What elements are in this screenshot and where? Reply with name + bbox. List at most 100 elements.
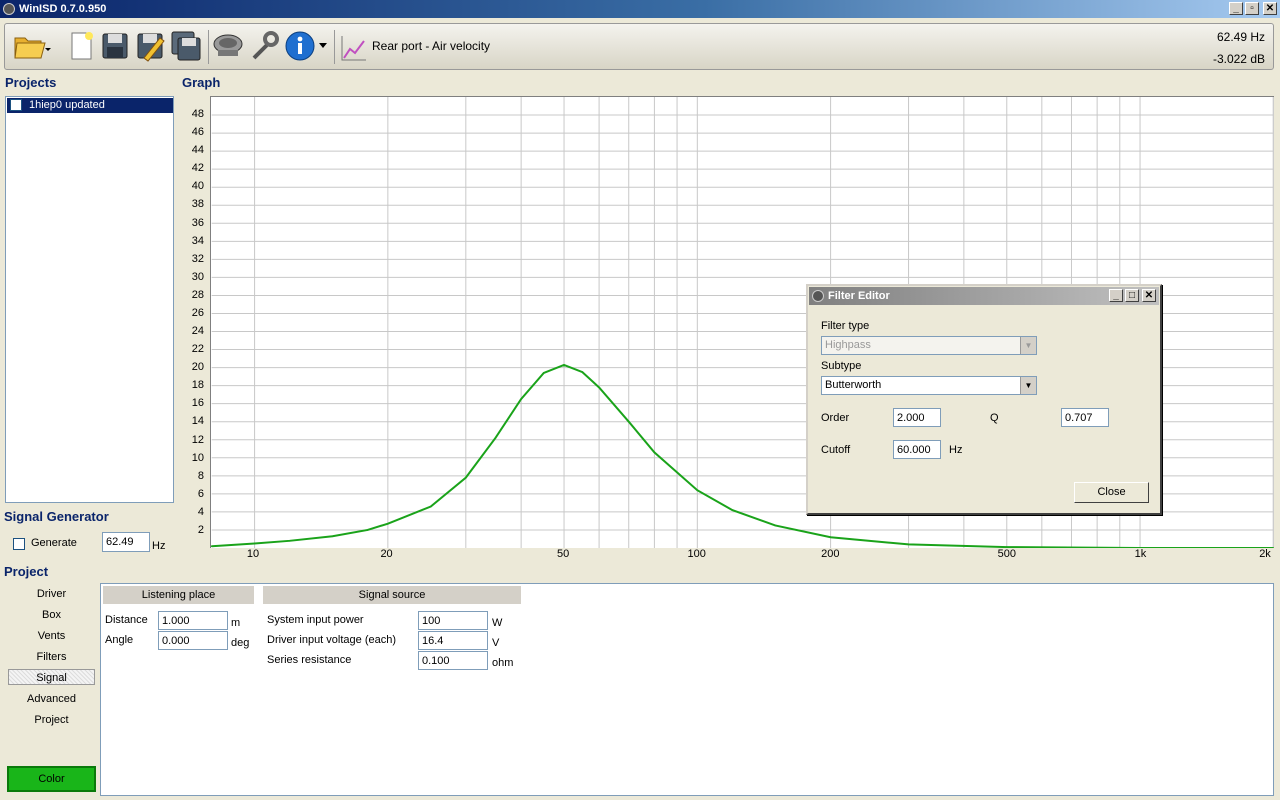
y-tick-label: 20: [191, 361, 204, 374]
new-document-icon[interactable]: [65, 30, 97, 62]
chevron-down-icon[interactable]: ▼: [1020, 377, 1036, 394]
data-point: [288, 539, 291, 542]
x-tick-label: 50: [557, 548, 570, 560]
graph-heading: Graph: [182, 75, 221, 90]
subtype-value: Butterworth: [825, 379, 882, 391]
generate-checkbox[interactable]: [13, 538, 25, 550]
nav-advanced[interactable]: Advanced: [8, 691, 95, 707]
y-tick-label: 22: [191, 343, 204, 356]
filter-type-value: Highpass: [825, 339, 871, 351]
y-tick-label: 2: [197, 523, 204, 536]
filter-editor-title-bar[interactable]: Filter Editor _ □ ✕: [809, 287, 1159, 305]
dialog-close-icon[interactable]: ✕: [1142, 289, 1156, 302]
data-point: [598, 386, 600, 389]
power-input[interactable]: [418, 611, 488, 630]
close-window-button[interactable]: ✕: [1263, 2, 1277, 15]
projects-list[interactable]: ✔ 1hiep0 updated: [5, 96, 174, 503]
graph-line-icon[interactable]: [340, 34, 368, 62]
angle-label: Angle: [105, 634, 134, 646]
dialog-maximize-button[interactable]: □: [1125, 289, 1139, 302]
y-tick-label: 40: [191, 180, 204, 193]
order-label: Order: [821, 412, 850, 424]
angle-unit: deg: [231, 637, 250, 649]
voltage-unit: V: [492, 637, 500, 649]
y-tick-label: 26: [191, 306, 204, 319]
projects-heading: Projects: [5, 75, 57, 90]
angle-input[interactable]: [158, 631, 228, 650]
project-checkbox[interactable]: ✔: [10, 99, 22, 111]
dialog-minimize-button[interactable]: _: [1109, 289, 1123, 302]
power-label: System input power: [267, 614, 364, 626]
q-label: Q: [990, 412, 999, 424]
info-icon[interactable]: [284, 30, 316, 62]
y-tick-label: 18: [191, 379, 204, 392]
edit-save-icon[interactable]: [134, 30, 166, 62]
nav-vents[interactable]: Vents: [8, 628, 95, 644]
y-tick-label: 38: [191, 198, 204, 211]
save-icon[interactable]: [99, 30, 131, 62]
subtype-select[interactable]: Butterworth ▼: [821, 376, 1037, 395]
y-tick-label: 32: [191, 252, 204, 265]
resistance-input[interactable]: [418, 651, 488, 670]
y-tick-label: 6: [197, 487, 204, 500]
nav-project[interactable]: Project: [8, 712, 95, 728]
y-tick-label: 42: [191, 162, 204, 175]
project-item-label: 1hiep0 updated: [29, 99, 105, 111]
y-tick-label: 34: [191, 234, 204, 247]
toolbar: Rear port - Air velocity 62.49 Hz -3.022…: [4, 23, 1274, 70]
data-point: [627, 420, 630, 423]
project-item[interactable]: ✔ 1hiep0 updated: [7, 98, 173, 113]
distance-input[interactable]: [158, 611, 228, 630]
q-input[interactable]: [1061, 408, 1109, 427]
open-folder-icon[interactable]: [13, 30, 53, 62]
y-tick-label: 44: [191, 144, 204, 157]
generator-frequency-unit: Hz: [152, 540, 166, 552]
data-point: [429, 505, 432, 508]
x-tick-label: 2k: [1259, 548, 1271, 560]
title-bar: WinISD 0.7.0.950 _ ▫ ✕: [0, 0, 1280, 18]
power-unit: W: [492, 617, 503, 629]
db-readout: -3.022 dB: [1212, 52, 1265, 66]
nav-box[interactable]: Box: [8, 607, 95, 623]
wrench-icon[interactable]: [248, 30, 280, 62]
resistance-label: Series resistance: [267, 654, 352, 666]
info-dropdown-arrow-icon[interactable]: [319, 43, 327, 49]
frequency-readout: 62.49 Hz: [1216, 30, 1265, 44]
save-all-icon[interactable]: [170, 30, 202, 62]
y-tick-label: 46: [191, 126, 204, 139]
data-point: [387, 522, 389, 525]
y-tick-label: 4: [197, 505, 204, 518]
speaker-driver-icon[interactable]: [212, 30, 244, 62]
data-point: [211, 545, 213, 547]
x-tick-label: 20: [380, 548, 393, 560]
cutoff-input[interactable]: [893, 440, 941, 459]
y-tick-label: 36: [191, 216, 204, 229]
y-tick-label: 24: [191, 325, 204, 338]
nav-filters[interactable]: Filters: [8, 649, 95, 665]
color-button[interactable]: Color: [7, 766, 96, 792]
generate-label: Generate: [31, 537, 77, 549]
y-tick-label: 14: [191, 415, 204, 428]
x-tick-label: 100: [687, 548, 706, 560]
voltage-input[interactable]: [418, 631, 488, 650]
data-point: [907, 543, 910, 546]
y-tick-label: 12: [191, 433, 204, 446]
data-point: [774, 524, 777, 527]
restore-button[interactable]: ▫: [1245, 2, 1259, 15]
chevron-down-icon: ▼: [1020, 337, 1036, 354]
minimize-button[interactable]: _: [1229, 2, 1243, 15]
nav-driver[interactable]: Driver: [8, 586, 95, 602]
cutoff-label: Cutoff: [821, 444, 851, 456]
resistance-unit: ohm: [492, 657, 514, 669]
data-point: [731, 509, 734, 511]
order-input[interactable]: [893, 408, 941, 427]
filter-type-select: Highpass ▼: [821, 336, 1037, 355]
close-button[interactable]: Close: [1074, 482, 1149, 503]
data-point: [696, 489, 699, 492]
y-tick-label: 16: [191, 397, 204, 410]
nav-signal[interactable]: Signal: [8, 669, 95, 685]
graph-type-label[interactable]: Rear port - Air velocity: [372, 39, 490, 53]
window-title: WinISD 0.7.0.950: [19, 3, 107, 15]
cutoff-unit: Hz: [949, 444, 963, 456]
generator-frequency-input[interactable]: [102, 532, 150, 552]
